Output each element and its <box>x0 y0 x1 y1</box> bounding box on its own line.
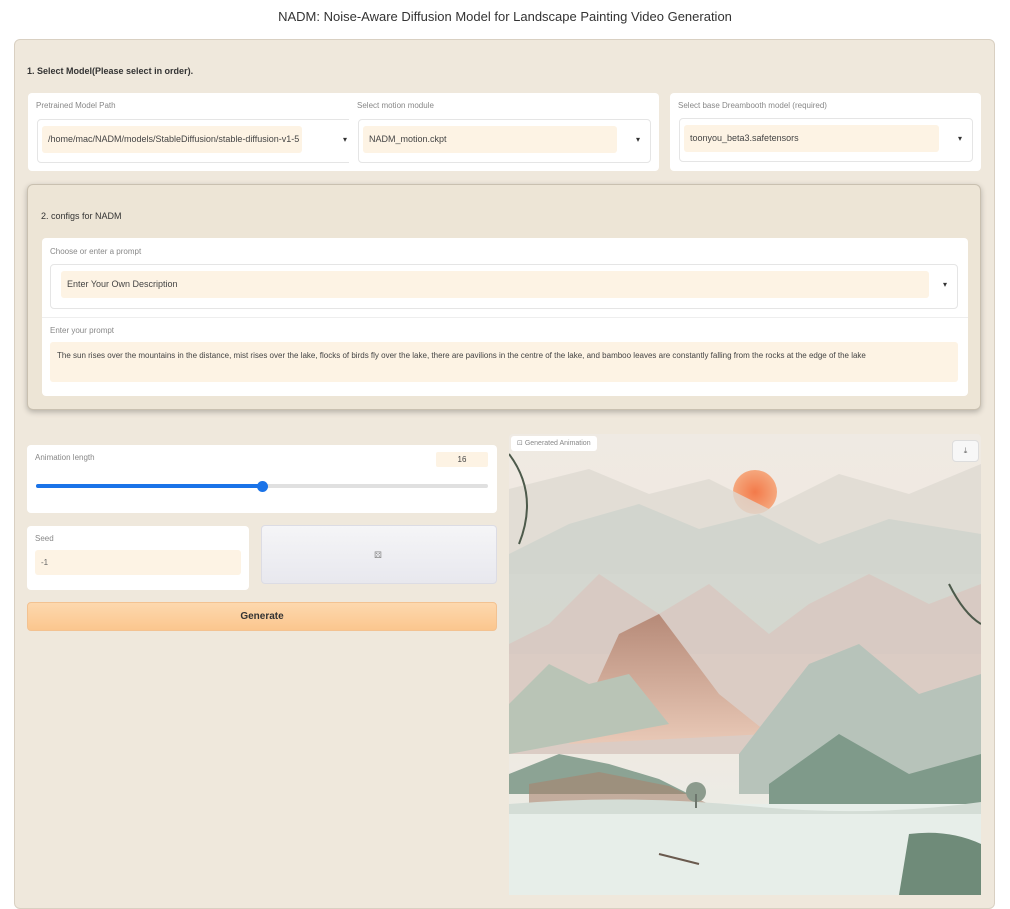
generated-animation-label-text: Generated Animation <box>524 440 591 447</box>
motion-card: Select motion module NADM_motion.ckpt ▾ <box>349 93 659 171</box>
dice-icon: ⚄ <box>374 550 382 560</box>
motion-dropdown[interactable]: NADM_motion.ckpt ▾ <box>358 119 651 163</box>
prompt-choice-label: Choose or enter a prompt <box>50 247 142 256</box>
dreambooth-dropdown[interactable]: toonyou_beta3.safetensors ▾ <box>679 118 973 162</box>
generated-animation-video[interactable]: ⊡ Generated Animation ⤓ <box>509 434 981 895</box>
pretrained-value: /home/mac/NADM/models/StableDiffusion/st… <box>42 126 302 153</box>
slider-fill <box>36 484 262 488</box>
section1-title: 1. Select Model(Please select in order). <box>27 66 194 76</box>
seed-card: Seed -1 <box>27 526 249 590</box>
prompt-input[interactable]: The sun rises over the mountains in the … <box>50 342 958 382</box>
pretrained-label: Pretrained Model Path <box>36 101 116 110</box>
app-title: NADM: Noise-Aware Diffusion Model for La… <box>278 9 732 24</box>
configs-box: 2. configs for NADM Choose or enter a pr… <box>27 184 981 410</box>
divider <box>42 317 968 318</box>
dreambooth-card: Select base Dreambooth model (required) … <box>670 93 981 171</box>
download-button[interactable]: ⤓ <box>952 440 979 462</box>
chevron-down-icon: ▾ <box>942 280 947 289</box>
motion-label: Select motion module <box>357 101 434 110</box>
pretrained-dropdown[interactable]: /home/mac/NADM/models/StableDiffusion/st… <box>37 119 358 163</box>
seed-label: Seed <box>35 534 54 543</box>
download-icon: ⤓ <box>963 446 968 455</box>
generate-button[interactable]: Generate <box>27 602 497 631</box>
chevron-down-icon: ▾ <box>342 135 347 144</box>
landscape-painting-image <box>509 434 981 895</box>
prompt-choice-dropdown[interactable]: Enter Your Own Description ▾ <box>50 264 958 309</box>
prompt-label: Enter your prompt <box>50 326 115 335</box>
dreambooth-value: toonyou_beta3.safetensors <box>684 125 939 152</box>
random-seed-button[interactable]: ⚄ <box>261 525 497 584</box>
dreambooth-label: Select base Dreambooth model (required) <box>678 101 827 110</box>
motion-value: NADM_motion.ckpt <box>363 126 617 153</box>
prompt-choice-value: Enter Your Own Description <box>61 271 929 298</box>
chevron-down-icon: ▾ <box>957 134 962 143</box>
pretrained-card: Pretrained Model Path /home/mac/NADM/mod… <box>28 93 366 171</box>
prompt-card: Choose or enter a prompt Enter Your Own … <box>42 238 968 396</box>
section2-title: 2. configs for NADM <box>41 211 122 221</box>
animation-length-card: Animation length 16 <box>27 445 497 513</box>
film-icon: ⊡ <box>517 440 523 447</box>
animation-length-input[interactable]: 16 <box>436 452 488 467</box>
seed-input[interactable]: -1 <box>35 550 241 575</box>
animation-length-label: Animation length <box>35 453 95 462</box>
generated-animation-label: ⊡ Generated Animation <box>511 436 597 451</box>
chevron-down-icon: ▾ <box>635 135 640 144</box>
slider-thumb[interactable] <box>257 481 268 492</box>
